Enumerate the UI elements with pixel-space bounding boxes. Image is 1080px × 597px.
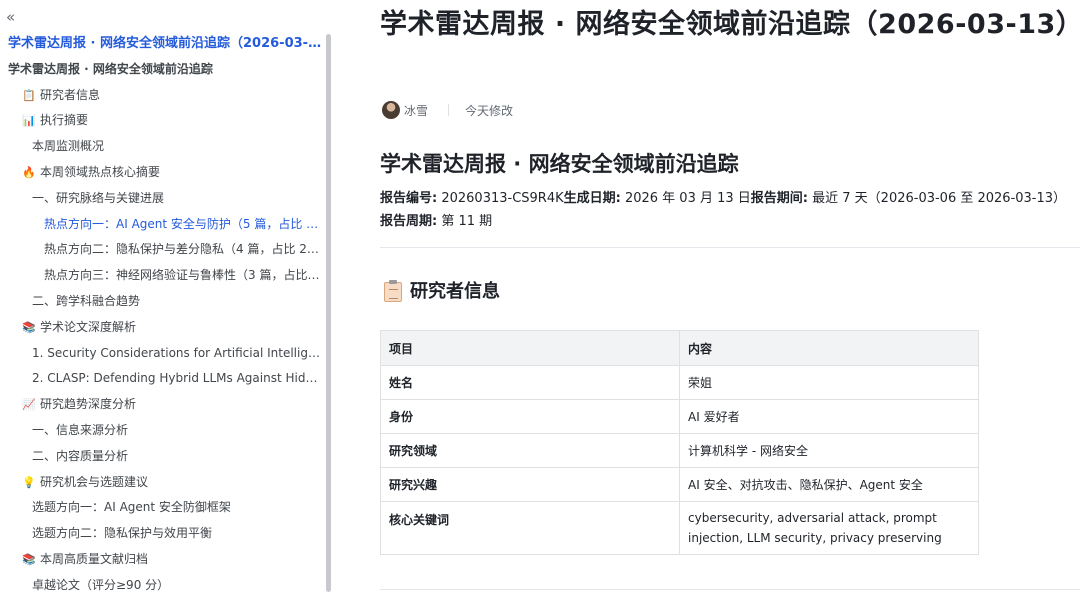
researcher-table: 项目 内容 姓名 荣姐 身份 AI 爱好者 研究领域 计算机科学 - 网络安全 …: [380, 330, 979, 555]
table-cell-key: 身份: [380, 399, 680, 434]
outline-item[interactable]: 📋 研究者信息: [0, 83, 324, 109]
report-no-label: 报告编号:: [380, 191, 438, 206]
outline-item-label: 热点方向一：AI Agent 安全与防护（5 篇，占比 31...: [44, 216, 324, 231]
table-header-row: 项目 内容: [380, 330, 979, 366]
gen-date-label: 生成日期:: [563, 191, 621, 206]
period: 最近 7 天（2026-03-06 至 2026-03-13）: [808, 191, 1067, 206]
outline-item-icon: 📚: [22, 320, 36, 334]
outline-item-label: 二、跨学科融合趋势: [32, 293, 141, 308]
outline-item[interactable]: 📊 执行摘要: [0, 108, 324, 134]
outline-item[interactable]: 💡 研究机会与选题建议: [0, 470, 324, 496]
heading-researcher-info-label: 研究者信息: [410, 281, 500, 302]
outline-item[interactable]: 卓越论文（评分≥90 分）: [0, 573, 324, 597]
report-no: 20260313-CS9R4K: [437, 191, 564, 206]
table-cell-key: 研究领域: [380, 433, 680, 468]
outline-item[interactable]: 二、内容质量分析: [0, 444, 324, 470]
outline-item-icon: 📚: [22, 552, 36, 566]
week: 第 11 期: [437, 214, 493, 229]
table-cell-value: cybersecurity, adversarial attack, promp…: [679, 501, 979, 555]
outline-item-icon: 📈: [22, 398, 36, 412]
outline-item-label: 一、信息来源分析: [32, 422, 129, 437]
table-cell-value: 计算机科学 - 网络安全: [679, 433, 979, 468]
table-header-cell: 项目: [380, 330, 680, 366]
outline-item-label: 选题方向二：隐私保护与效用平衡: [32, 526, 213, 541]
outline-sidebar: « 学术雷达周报 · 网络安全领域前沿追踪（2026-03-1... 学术雷达周报…: [0, 0, 333, 597]
heading-researcher-info: 研究者信息: [384, 278, 500, 306]
outline-item-icon: 📋: [22, 88, 36, 102]
report-info: 报告编号: 20260313-CS9R4K生成日期: 2026 年 03 月 1…: [380, 187, 1080, 233]
table-header-cell: 内容: [679, 330, 979, 366]
period-label: 报告期间:: [750, 191, 808, 206]
outline-item-label: 执行摘要: [40, 113, 89, 128]
table-row: 研究领域 计算机科学 - 网络安全: [380, 433, 979, 468]
outline-item[interactable]: 🔥 本周领域热点核心摘要: [0, 160, 324, 186]
table-row: 研究兴趣 AI 安全、对抗攻击、隐私保护、Agent 安全: [380, 467, 979, 502]
table-cell-value: AI 爱好者: [679, 399, 979, 434]
outline-item-label: 研究趋势深度分析: [40, 397, 137, 412]
outline-item-label: 本周领域热点核心摘要: [40, 164, 161, 179]
meta-divider: [448, 104, 450, 116]
outline-item[interactable]: 📚 本周高质量文献归档: [0, 547, 324, 573]
outline-item[interactable]: 📈 研究趋势深度分析: [0, 392, 324, 418]
modified-time: 今天修改: [465, 103, 514, 118]
outline-item-label: 二、内容质量分析: [32, 448, 129, 463]
outline-item[interactable]: 1. Security Considerations for Artificia…: [0, 341, 324, 367]
sidebar-scrollbar[interactable]: [326, 34, 331, 592]
doc-meta: 冰雪 今天修改: [382, 100, 513, 120]
heading-report: 学术雷达周报 · 网络安全领域前沿追踪: [380, 152, 739, 176]
outline-item-label: 本周监测概况: [32, 139, 105, 154]
outline-item[interactable]: 热点方向二：隐私保护与差分隐私（4 篇，占比 25....: [0, 237, 324, 263]
clipboard-icon: [384, 280, 402, 302]
table-cell-value: 荣姐: [679, 365, 979, 400]
table-row: 身份 AI 爱好者: [380, 399, 979, 434]
outline-item-label: 2. CLASP: Defending Hybrid LLMs Against …: [32, 371, 324, 386]
author-name[interactable]: 冰雪: [404, 102, 428, 119]
outline-item[interactable]: 选题方向二：隐私保护与效用平衡: [0, 521, 324, 547]
outline-item[interactable]: 二、跨学科融合趋势: [0, 289, 324, 315]
outline-item[interactable]: 2. CLASP: Defending Hybrid LLMs Against …: [0, 366, 324, 392]
outline-item-label: 热点方向二：隐私保护与差分隐私（4 篇，占比 25....: [44, 242, 324, 257]
outline-item-icon: 🔥: [22, 165, 36, 179]
outline-item-label: 学术论文深度解析: [40, 319, 137, 334]
avatar[interactable]: [382, 101, 400, 119]
section-divider: [380, 247, 1080, 248]
page-title: 学术雷达周报 · 网络安全领域前沿追踪（2026-03-13）: [380, 9, 1080, 40]
outline-item-icon: 💡: [22, 475, 36, 489]
table-row: 核心关键词 cybersecurity, adversarial attack,…: [380, 501, 979, 555]
outline-item[interactable]: 学术雷达周报 · 网络安全领域前沿追踪: [0, 57, 324, 83]
outline-item-label: 热点方向三：神经网络验证与鲁棒性（3 篇，占比 ...: [44, 268, 323, 283]
outline-item-label: 1. Security Considerations for Artificia…: [32, 345, 324, 360]
outline-item-label: 研究机会与选题建议: [40, 474, 149, 489]
outline-item[interactable]: 一、信息来源分析: [0, 418, 324, 444]
outline-item-label: 学术雷达周报 · 网络安全领域前沿追踪: [8, 61, 213, 76]
outline-item[interactable]: 热点方向一：AI Agent 安全与防护（5 篇，占比 31...: [0, 212, 324, 238]
section-divider: [380, 589, 1080, 590]
outline-item-icon: 📊: [22, 114, 36, 128]
report-info-line-1: 报告编号: 20260313-CS9R4K生成日期: 2026 年 03 月 1…: [380, 187, 1080, 210]
gen-date: 2026 年 03 月 13 日: [620, 191, 751, 206]
report-info-line-2: 报告周期: 第 11 期: [380, 210, 1080, 233]
outline-list: 学术雷达周报 · 网络安全领域前沿追踪（2026-03-1... 学术雷达周报 ·…: [0, 31, 324, 597]
outline-item-label: 本周高质量文献归档: [40, 551, 149, 566]
week-label: 报告周期:: [380, 214, 438, 229]
outline-item-label: 学术雷达周报 · 网络安全领域前沿追踪（2026-03-1...: [8, 36, 324, 51]
outline-item-label: 一、研究脉络与关键进展: [32, 190, 165, 205]
table-cell-key: 姓名: [380, 365, 680, 400]
outline-item[interactable]: 本周监测概况: [0, 134, 324, 160]
table-cell-key: 研究兴趣: [380, 467, 680, 502]
outline-item[interactable]: 选题方向一：AI Agent 安全防御框架: [0, 495, 324, 521]
table-cell-key: 核心关键词: [380, 501, 680, 555]
table-cell-value: AI 安全、对抗攻击、隐私保护、Agent 安全: [679, 467, 979, 502]
document-main: 学术雷达周报 · 网络安全领域前沿追踪（2026-03-13） 冰雪 今天修改 …: [380, 0, 1080, 597]
outline-item-label: 卓越论文（评分≥90 分）: [32, 577, 170, 592]
outline-item-label: 研究者信息: [40, 87, 101, 102]
outline-item[interactable]: 一、研究脉络与关键进展: [0, 186, 324, 212]
outline-item[interactable]: 学术雷达周报 · 网络安全领域前沿追踪（2026-03-1...: [0, 31, 324, 57]
outline-item[interactable]: 📚 学术论文深度解析: [0, 315, 324, 341]
collapse-sidebar-icon[interactable]: «: [6, 8, 15, 26]
outline-item[interactable]: 热点方向三：神经网络验证与鲁棒性（3 篇，占比 ...: [0, 263, 324, 289]
table-row: 姓名 荣姐: [380, 365, 979, 400]
outline-item-label: 选题方向一：AI Agent 安全防御框架: [32, 500, 231, 515]
